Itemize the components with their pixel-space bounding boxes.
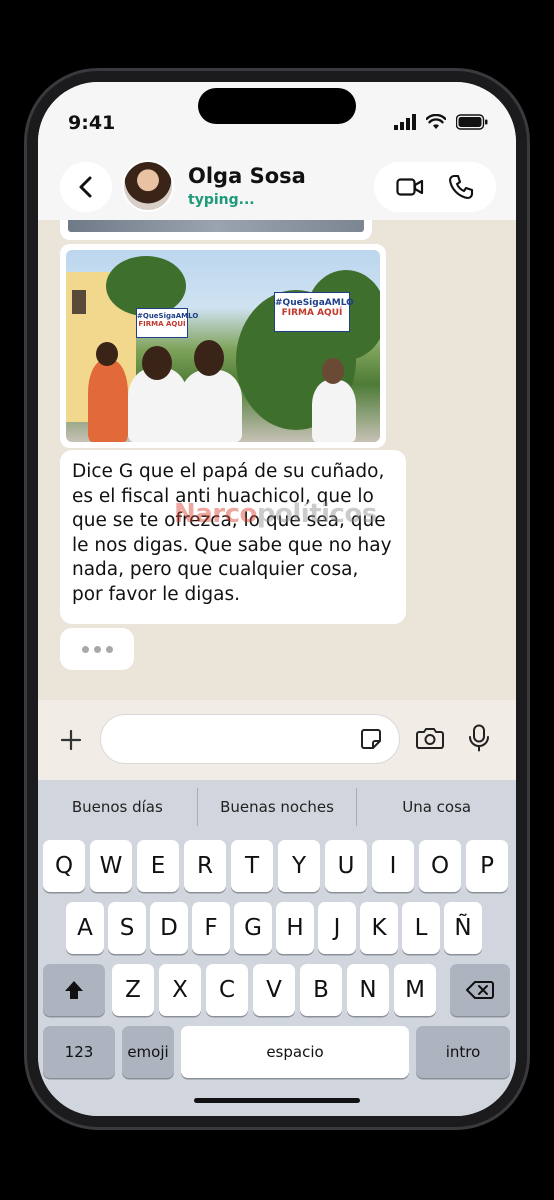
suggestion-bar: Buenos días Buenas noches Una cosa xyxy=(38,780,516,834)
key-t[interactable]: T xyxy=(231,840,273,892)
shift-icon xyxy=(65,981,83,999)
message-text: Dice G que el papá de su cuñado, es el f… xyxy=(72,461,392,605)
key-f[interactable]: F xyxy=(192,902,230,954)
battery-icon xyxy=(456,114,488,130)
suggestion-3[interactable]: Una cosa xyxy=(357,798,516,816)
key-b[interactable]: B xyxy=(300,964,342,1016)
key-m[interactable]: M xyxy=(394,964,436,1016)
photo-person xyxy=(312,380,356,442)
previous-image-bubble[interactable] xyxy=(60,220,372,240)
photo-sign-left-sub: FIRMA AQUÍ xyxy=(138,319,186,328)
back-button[interactable] xyxy=(60,162,112,212)
mic-icon[interactable] xyxy=(468,724,490,752)
home-indicator[interactable] xyxy=(194,1098,360,1103)
previous-image xyxy=(68,220,364,232)
phone-icon[interactable] xyxy=(448,174,474,200)
typing-indicator xyxy=(60,628,134,670)
key-n[interactable]: N xyxy=(347,964,389,1016)
photo-head xyxy=(194,340,224,376)
avatar[interactable] xyxy=(122,160,174,212)
key-p[interactable]: P xyxy=(466,840,508,892)
backspace-key[interactable] xyxy=(450,964,510,1016)
wifi-icon xyxy=(426,114,446,129)
return-key[interactable]: intro xyxy=(416,1026,510,1078)
text-message[interactable]: Dice G que el papá de su cuñado, es el f… xyxy=(60,450,406,624)
photo-head xyxy=(96,342,118,366)
contact-status: typing... xyxy=(188,192,255,208)
photo-head xyxy=(322,358,344,384)
photo-sign-right: #QueSigaAMLO FIRMA AQUÍ xyxy=(274,292,354,332)
space-key[interactable]: espacio xyxy=(181,1026,409,1078)
status-time: 9:41 xyxy=(68,112,116,134)
key-r[interactable]: R xyxy=(184,840,226,892)
message-composer xyxy=(38,700,516,780)
numbers-key[interactable]: 123 xyxy=(43,1026,115,1078)
key-z[interactable]: Z xyxy=(112,964,154,1016)
suggestion-2[interactable]: Buenas noches xyxy=(198,798,357,816)
key-w[interactable]: W xyxy=(90,840,132,892)
chat-header: Olga Sosa typing... xyxy=(38,154,516,220)
call-actions xyxy=(374,162,496,212)
photo-head xyxy=(142,346,172,380)
contact-name[interactable]: Olga Sosa xyxy=(188,164,306,188)
status-bar: 9:41 xyxy=(38,82,516,154)
key-k[interactable]: K xyxy=(360,902,398,954)
dynamic-island xyxy=(198,88,356,124)
back-icon xyxy=(79,176,92,198)
photo-sign-left: #QueSigaAMLO FIRMA AQUÍ xyxy=(136,308,198,338)
camera-icon[interactable] xyxy=(416,726,444,750)
key-u[interactable]: U xyxy=(325,840,367,892)
phone-screen: 9:41 Olga Sosa typing... #QueSigaAMLO FI… xyxy=(38,82,516,1116)
image-message[interactable]: #QueSigaAMLO FIRMA AQUÍ #QueSigaAMLO FIR… xyxy=(60,244,386,448)
key-s[interactable]: S xyxy=(108,902,146,954)
plus-icon[interactable] xyxy=(60,729,82,751)
photo-window xyxy=(72,290,86,314)
key-v[interactable]: V xyxy=(253,964,295,1016)
key-o[interactable]: O xyxy=(419,840,461,892)
key-j[interactable]: J xyxy=(318,902,356,954)
message-photo[interactable]: #QueSigaAMLO FIRMA AQUÍ #QueSigaAMLO FIR… xyxy=(66,250,380,442)
key-a[interactable]: A xyxy=(66,902,104,954)
key-l[interactable]: L xyxy=(402,902,440,954)
message-input[interactable] xyxy=(100,714,400,764)
key-h[interactable]: H xyxy=(276,902,314,954)
typing-dot xyxy=(93,645,101,653)
key-g[interactable]: G xyxy=(234,902,272,954)
key-q[interactable]: Q xyxy=(43,840,85,892)
key-c[interactable]: C xyxy=(206,964,248,1016)
key-y[interactable]: Y xyxy=(278,840,320,892)
key-d[interactable]: D xyxy=(150,902,188,954)
shift-key[interactable] xyxy=(43,964,105,1016)
key-i[interactable]: I xyxy=(372,840,414,892)
photo-tree xyxy=(106,256,186,316)
typing-dot xyxy=(105,645,113,653)
key-x[interactable]: X xyxy=(159,964,201,1016)
emoji-key[interactable]: emoji xyxy=(122,1026,174,1078)
photo-sign-right-sub: FIRMA AQUÍ xyxy=(281,307,343,318)
photo-person xyxy=(88,360,128,442)
keyboard: Buenos días Buenas noches Una cosa Q W E… xyxy=(38,780,516,1116)
sticker-icon[interactable] xyxy=(360,728,382,750)
key-e[interactable]: E xyxy=(137,840,179,892)
video-call-icon[interactable] xyxy=(396,177,424,197)
key-enye[interactable]: Ñ xyxy=(444,902,482,954)
suggestion-1[interactable]: Buenos días xyxy=(38,798,197,816)
backspace-icon xyxy=(466,981,494,999)
status-icons xyxy=(394,114,488,130)
signal-icon xyxy=(394,114,416,130)
typing-dot xyxy=(81,645,89,653)
chat-area[interactable]: #QueSigaAMLO FIRMA AQUÍ #QueSigaAMLO FIR… xyxy=(38,220,516,700)
photo-person xyxy=(180,370,242,442)
